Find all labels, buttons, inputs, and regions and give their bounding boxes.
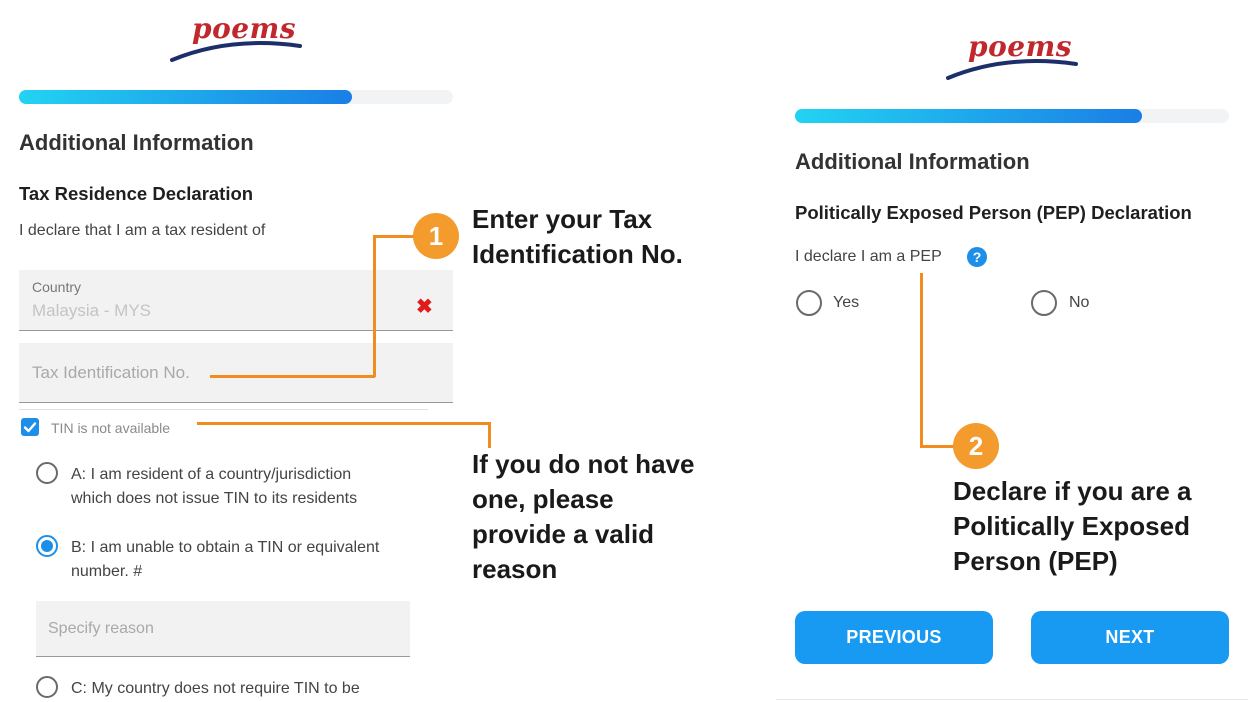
annot2-line-h xyxy=(920,445,956,448)
logo-swoosh-icon xyxy=(170,41,302,62)
annot1-line-h1 xyxy=(374,235,416,238)
pep-no-label: No xyxy=(1069,294,1090,311)
annot1-line-v xyxy=(373,235,376,377)
option-a-radio[interactable] xyxy=(36,462,58,484)
tin-divider xyxy=(19,409,428,410)
bottom-divider xyxy=(776,699,1248,700)
pep-section-title: Politically Exposed Person (PEP) Declara… xyxy=(795,202,1192,223)
country-value: Malaysia - MYS xyxy=(32,301,152,320)
tin-note-line4: reason xyxy=(472,554,558,584)
right-progress-bar xyxy=(795,109,1229,123)
tax-declare-text: I declare that I am a tax resident of xyxy=(19,222,266,239)
specify-reason-input[interactable]: Specify reason xyxy=(36,601,410,657)
step1-text-line2: Identification No. xyxy=(472,239,683,269)
option-b-radio[interactable] xyxy=(36,535,58,557)
tin-note-line1: If you do not have xyxy=(472,449,695,479)
next-button[interactable]: NEXT xyxy=(1031,611,1229,664)
country-label: Country xyxy=(32,279,82,295)
tin-placeholder: Tax Identification No. xyxy=(32,363,190,382)
previous-button[interactable]: PREVIOUS xyxy=(795,611,993,664)
help-icon[interactable]: ? xyxy=(967,247,987,267)
reason-placeholder: Specify reason xyxy=(48,620,154,637)
annot2-line-v xyxy=(920,273,923,447)
pep-yes-radio[interactable] xyxy=(796,290,822,316)
right-logo: poems xyxy=(946,28,1086,88)
annot-tin-line-h xyxy=(197,422,490,425)
pep-declare-text: I declare I am a PEP xyxy=(795,248,942,265)
option-c-label: C: My country does not require TIN to be xyxy=(71,680,360,697)
left-progress-fill xyxy=(19,90,352,104)
tin-note-line2: one, please xyxy=(472,484,614,514)
left-logo: poems xyxy=(170,8,310,68)
tin-not-available-checkbox[interactable] xyxy=(21,418,39,436)
tin-note-line3: provide a valid xyxy=(472,519,655,549)
step-1-badge: 1 xyxy=(413,213,459,259)
country-field[interactable]: Country Malaysia - MYS ✖ xyxy=(19,270,453,331)
tin-input[interactable]: Tax Identification No. xyxy=(19,343,453,403)
right-progress-fill xyxy=(795,109,1142,123)
left-progress-bar xyxy=(19,90,453,104)
step2-text-line3: Person (PEP) xyxy=(953,546,1118,576)
tin-not-available-label: TIN is not available xyxy=(51,420,171,436)
pep-yes-label: Yes xyxy=(833,294,860,311)
option-c-radio[interactable] xyxy=(36,676,58,698)
option-a-label: A: I am resident of a country/jurisdicti… xyxy=(71,466,358,507)
annot-tin-line-v xyxy=(488,422,491,448)
step2-text-line1: Declare if you are a xyxy=(953,476,1192,506)
clear-icon[interactable]: ✖ xyxy=(416,294,433,319)
logo-swoosh-icon xyxy=(946,59,1078,80)
step2-text-line2: Politically Exposed xyxy=(953,511,1190,541)
step1-text-line1: Enter your Tax xyxy=(472,204,653,234)
tax-section-title: Tax Residence Declaration xyxy=(19,183,254,204)
step-2-badge: 2 xyxy=(953,423,999,469)
left-page-title: Additional Information xyxy=(19,130,254,155)
annot1-line-h2 xyxy=(210,375,375,378)
pep-no-radio[interactable] xyxy=(1031,290,1057,316)
option-b-label: B: I am unable to obtain a TIN or equiva… xyxy=(71,539,380,580)
check-icon xyxy=(23,422,37,433)
right-page-title: Additional Information xyxy=(795,149,1030,174)
